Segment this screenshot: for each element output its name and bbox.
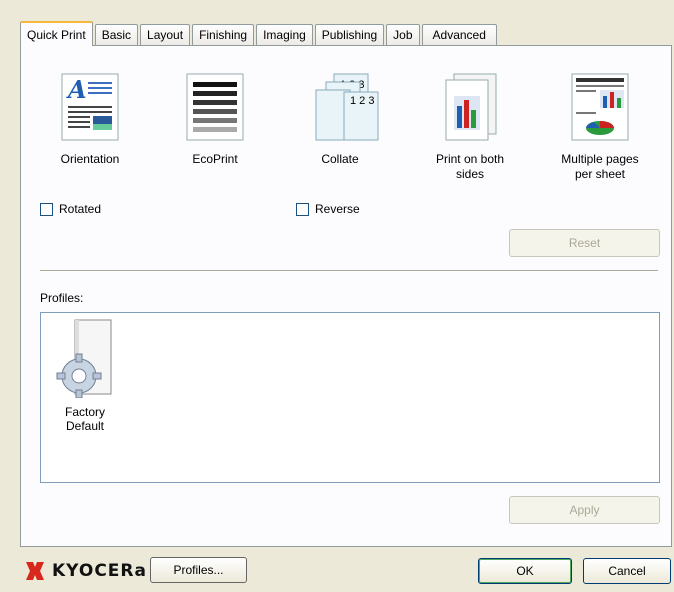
profiles-button[interactable]: Profiles...	[150, 557, 247, 583]
profile-gear-icon	[56, 319, 112, 399]
tab-quick-print[interactable]: Quick Print	[20, 21, 93, 46]
tab-finishing[interactable]: Finishing	[192, 24, 255, 45]
rotated-checkbox-label: Rotated	[59, 202, 102, 216]
reverse-checkbox-label: Reverse	[315, 202, 360, 216]
ecoprint-feature[interactable]: EcoPrint	[175, 72, 255, 167]
profiles-list[interactable]: Factory Default	[40, 312, 660, 483]
duplex-feature[interactable]: Print on both sides	[425, 72, 515, 182]
multiple-pages-label-line1: Multiple pages	[561, 152, 639, 166]
svg-text:1 2 3: 1 2 3	[350, 95, 374, 107]
tab-layout[interactable]: Layout	[140, 24, 191, 45]
tab-advanced[interactable]: Advanced	[421, 24, 497, 45]
duplex-label-line1: Print on both	[435, 152, 505, 166]
orientation-label: Orientation	[60, 152, 120, 166]
duplex-icon	[445, 73, 497, 141]
tab-basic[interactable]: Basic	[94, 24, 139, 45]
tab-strip: Quick Print Basic Layout Finishing Imagi…	[20, 21, 499, 46]
ecoprint-label: EcoPrint	[192, 152, 238, 166]
profile-item-factory-default[interactable]: Factory Default	[55, 318, 115, 433]
collate-label: Collate	[321, 152, 359, 166]
tab-job[interactable]: Job	[386, 24, 420, 45]
kyocera-wordmark: KYOCERa	[52, 561, 147, 581]
profile-item-label-line1: Factory	[64, 405, 105, 419]
reset-button[interactable]: Reset	[509, 229, 660, 257]
multiple-pages-feature[interactable]: Multiple pages per sheet	[550, 72, 650, 182]
rotated-checkbox-box[interactable]	[40, 202, 53, 216]
multiple-pages-label-line2: per sheet	[574, 167, 626, 181]
collate-feature[interactable]: 1 2 3 1 2 3 Collate	[295, 72, 385, 167]
collate-icon: 1 2 3 1 2 3	[315, 73, 379, 141]
rotated-checkbox[interactable]: Rotated	[40, 202, 101, 216]
ok-button[interactable]: OK	[478, 558, 572, 584]
divider	[40, 270, 658, 272]
apply-button[interactable]: Apply	[509, 496, 660, 524]
tab-publishing[interactable]: Publishing	[314, 24, 385, 45]
profile-item-label-line2: Default	[65, 419, 105, 433]
tab-imaging[interactable]: Imaging	[256, 24, 313, 45]
orientation-feature[interactable]: A Orientation	[50, 72, 130, 167]
kyocera-mark-icon	[26, 562, 44, 580]
orientation-icon: A	[61, 73, 119, 141]
reverse-checkbox[interactable]: Reverse	[296, 202, 360, 216]
cancel-button[interactable]: Cancel	[583, 558, 671, 584]
reverse-checkbox-box[interactable]	[296, 202, 309, 216]
profiles-label: Profiles:	[40, 291, 84, 305]
ecoprint-icon	[186, 73, 244, 141]
svg-text:A: A	[66, 75, 87, 104]
kyocera-logo: KYOCERa	[24, 560, 147, 582]
multiple-pages-icon	[571, 73, 629, 141]
duplex-label-line2: sides	[455, 167, 484, 181]
